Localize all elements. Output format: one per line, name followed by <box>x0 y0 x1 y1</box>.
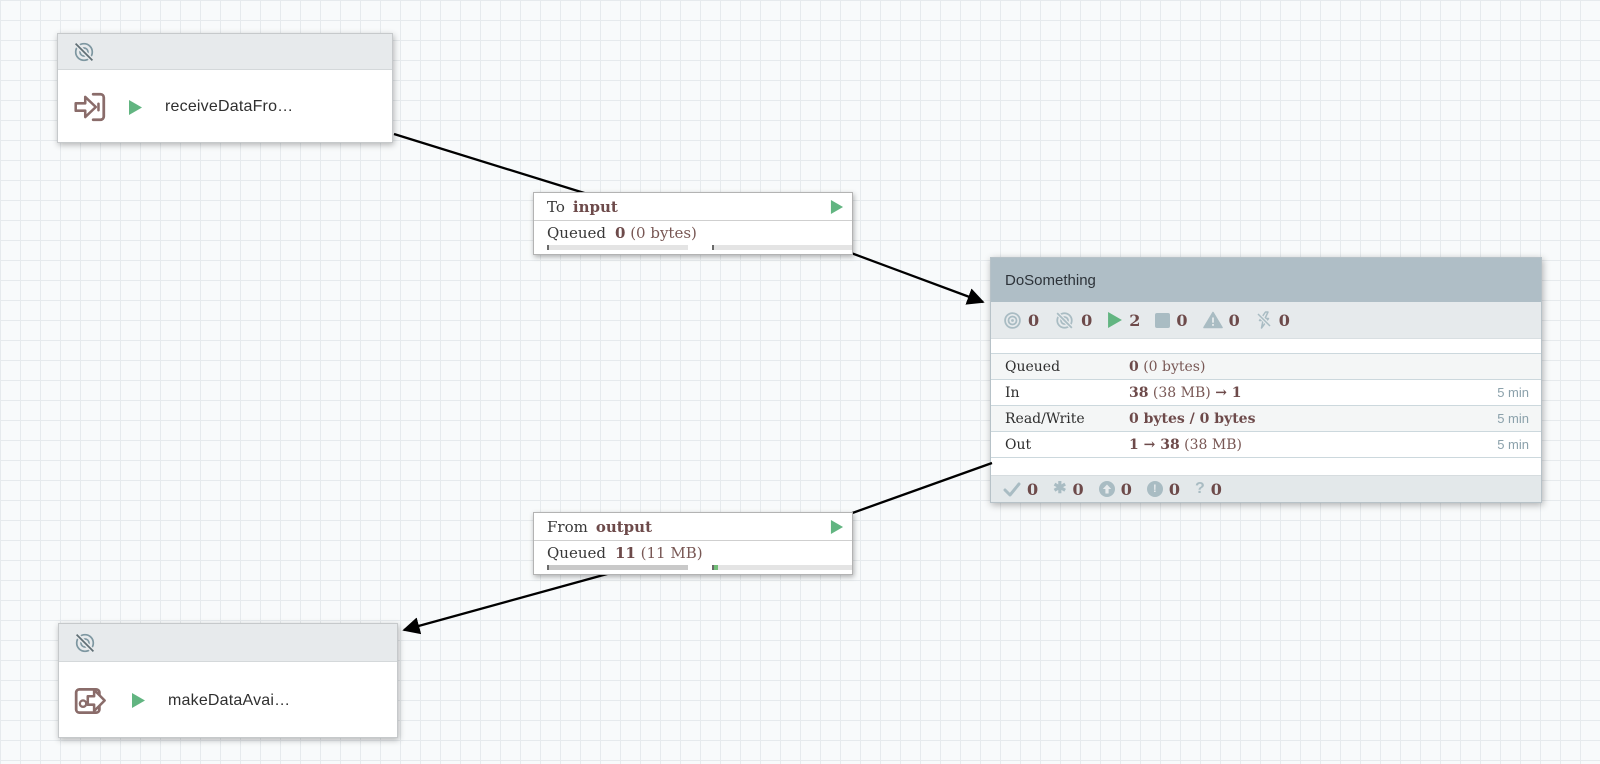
up-to-date-stat: 0 <box>1003 480 1038 499</box>
input-port-icon <box>72 89 108 125</box>
running-stat: 2 <box>1107 311 1140 330</box>
queued-value: 0 (0 bytes) <box>615 224 697 242</box>
flow-canvas[interactable]: receiveDataFro… makeDataAvai… D <box>0 0 1600 764</box>
backpressure-bars <box>547 245 852 250</box>
stale-icon <box>1099 481 1115 497</box>
input-port-body: receiveDataFro… <box>58 70 392 144</box>
queued-label: Queued <box>547 224 606 242</box>
output-port-header <box>59 624 397 662</box>
running-icon <box>1107 312 1123 328</box>
locally-modified-stat: ✱ 0 <box>1053 480 1084 499</box>
input-port-name: receiveDataFro… <box>165 98 293 116</box>
connection-port-name: input <box>573 198 618 216</box>
disabled-icon <box>1255 311 1273 329</box>
invalid-stat: 0 <box>1203 311 1240 330</box>
disabled-stat: 0 <box>1255 311 1290 330</box>
connection-prefix: To <box>547 198 565 216</box>
input-port-header <box>58 34 392 70</box>
not-transmitting-icon <box>1054 310 1075 331</box>
stopped-stat: 0 <box>1155 311 1187 330</box>
backpressure-object-bar <box>547 245 688 250</box>
connection-title-row: From output <box>534 513 852 541</box>
connection-line-to-input[interactable] <box>394 134 594 196</box>
queued-value: 11 (11 MB) <box>615 544 703 562</box>
running-icon <box>830 520 844 534</box>
connection-queued-row: Queued 0 (0 bytes) <box>534 221 852 244</box>
transmitting-stat: 0 <box>1003 311 1039 330</box>
locally-modified-and-stale-icon: ! <box>1147 481 1163 497</box>
up-to-date-icon <box>1003 482 1021 497</box>
output-port-component[interactable]: makeDataAvai… <box>58 623 398 738</box>
connection-port-name: output <box>596 518 652 536</box>
backpressure-size-bar <box>712 565 853 570</box>
invalid-icon <box>1203 311 1223 329</box>
backpressure-size-bar <box>712 245 853 250</box>
process-group-version-row: 0 ✱ 0 0 ! 0 ? 0 <box>991 475 1541 502</box>
connection-label-from-output[interactable]: From output Queued 11 (11 MB) <box>533 512 853 575</box>
running-icon <box>131 693 146 708</box>
locally-modified-and-stale-stat: ! 0 <box>1147 480 1180 499</box>
sync-failure-stat: ? 0 <box>1195 480 1222 499</box>
running-icon <box>128 100 143 115</box>
stat-row-read-write: Read/Write 0 bytes / 0 bytes 5 min <box>991 405 1541 431</box>
transmitting-icon <box>1003 311 1022 330</box>
stat-row-in: In 38 (38 MB) → 1 5 min <box>991 379 1541 405</box>
output-port-name: makeDataAvai… <box>168 692 290 710</box>
connection-line-into-process-group[interactable] <box>835 247 983 302</box>
stat-row-queued: Queued 0 (0 bytes) <box>991 353 1541 379</box>
process-group-title: DoSomething <box>991 258 1541 302</box>
connection-line-from-process-group[interactable] <box>830 463 992 521</box>
queued-label: Queued <box>547 544 606 562</box>
connection-prefix: From <box>547 518 588 536</box>
stopped-icon <box>1155 313 1170 328</box>
output-port-body: makeDataAvai… <box>59 662 397 739</box>
connection-label-to-input[interactable]: To input Queued 0 (0 bytes) <box>533 192 853 255</box>
backpressure-object-bar <box>547 565 688 570</box>
process-group-status-row: 0 0 2 0 <box>991 302 1541 339</box>
connection-line-to-output-port[interactable] <box>404 571 618 630</box>
stat-row-out: Out 1 → 38 (38 MB) 5 min <box>991 431 1541 458</box>
sync-failure-icon: ? <box>1195 481 1205 497</box>
stale-stat: 0 <box>1099 480 1132 499</box>
process-group-component[interactable]: DoSomething 0 0 <box>990 257 1542 503</box>
output-port-icon <box>73 683 111 719</box>
transmission-inactive-icon <box>73 631 97 655</box>
backpressure-bars <box>547 565 852 570</box>
connection-title-row: To input <box>534 193 852 221</box>
not-transmitting-stat: 0 <box>1054 310 1092 331</box>
input-port-component[interactable]: receiveDataFro… <box>57 33 393 143</box>
process-group-stats: Queued 0 (0 bytes) In 38 (38 MB) → 1 5 m… <box>991 353 1541 458</box>
locally-modified-icon: ✱ <box>1053 481 1066 497</box>
transmission-inactive-icon <box>72 40 96 64</box>
running-icon <box>830 200 844 214</box>
connection-queued-row: Queued 11 (11 MB) <box>534 541 852 564</box>
